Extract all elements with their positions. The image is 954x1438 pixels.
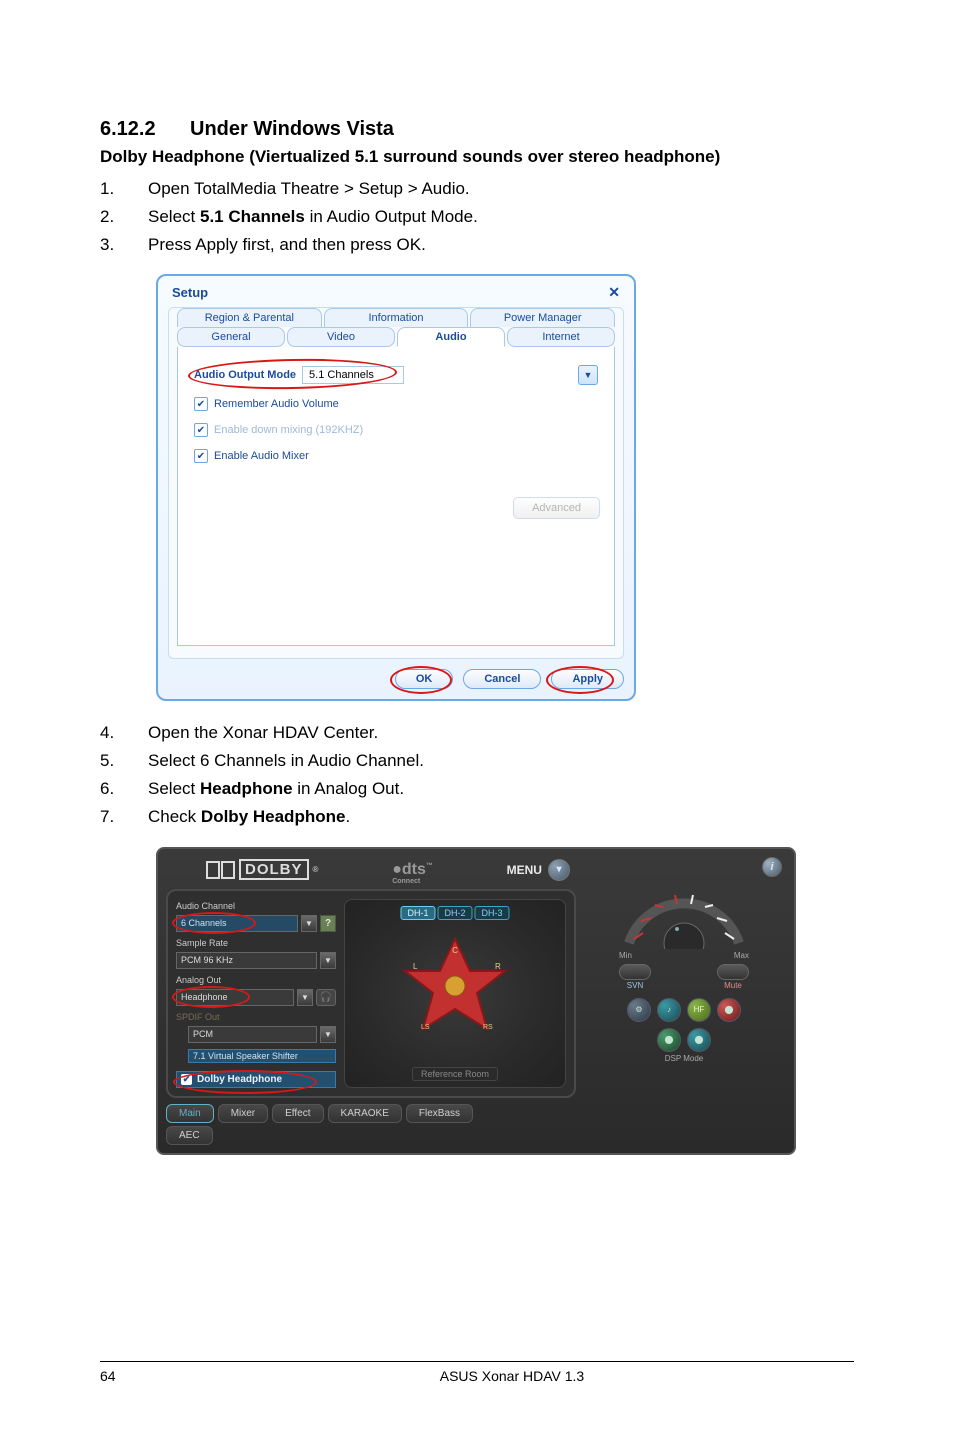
dolby-headphone-toggle[interactable]: Dolby Headphone [176, 1071, 336, 1088]
ok-button[interactable]: OK [395, 669, 454, 689]
analog-out-label: Analog Out [176, 975, 336, 985]
gauge-min-label: Min [619, 951, 632, 960]
headphone-icon: 🎧 [316, 989, 336, 1006]
tab-karaoke[interactable]: KARAOKE [328, 1104, 402, 1123]
setup-title: Setup [172, 285, 208, 300]
virtual-speaker-shifter[interactable]: 7.1 Virtual Speaker Shifter [188, 1049, 336, 1063]
tab-general[interactable]: General [177, 327, 285, 347]
chevron-down-icon[interactable]: ▾ [548, 859, 570, 881]
sample-rate-select[interactable]: PCM 96 KHz ▼ [176, 952, 336, 969]
dsp-mode-2[interactable]: ♪ [657, 998, 681, 1022]
tab-power-manager[interactable]: Power Manager [470, 308, 615, 327]
svg-text:R: R [495, 962, 501, 971]
tab-main[interactable]: Main [166, 1104, 214, 1123]
dh-tab-3[interactable]: DH-3 [475, 906, 510, 920]
svg-text:L: L [413, 962, 418, 971]
reference-room-visual: DH-1 DH-2 DH-3 L C R LS [344, 899, 566, 1088]
spdif-out-label: SPDIF Out [176, 1012, 336, 1022]
audio-output-mode-select[interactable]: 5.1 Channels ▼ [302, 365, 598, 385]
tab-video[interactable]: Video [287, 327, 395, 347]
page-number: 64 [100, 1368, 170, 1384]
gauge-max-label: Max [734, 951, 749, 960]
tab-mixer[interactable]: Mixer [218, 1104, 268, 1123]
footer-title: ASUS Xonar HDAV 1.3 [170, 1368, 854, 1384]
dsp-mode-hf[interactable]: HF [687, 998, 711, 1022]
checkbox-checked-icon[interactable] [181, 1074, 192, 1085]
advanced-button: Advanced [513, 497, 600, 519]
help-icon[interactable]: ? [320, 915, 336, 932]
tab-effect[interactable]: Effect [272, 1104, 323, 1123]
section-heading: 6.12.2Under Windows Vista [100, 118, 854, 141]
chevron-down-icon[interactable]: ▼ [301, 915, 317, 932]
remember-audio-volume-checkbox[interactable] [194, 397, 208, 411]
subheading: Dolby Headphone (Viertualized 5.1 surrou… [100, 147, 854, 167]
info-icon[interactable]: i [762, 857, 782, 877]
cancel-button[interactable]: Cancel [463, 669, 541, 689]
dh-tab-1[interactable]: DH-1 [400, 906, 435, 920]
apply-button[interactable]: Apply [551, 669, 624, 689]
dh-tab-2[interactable]: DH-2 [437, 906, 472, 920]
audio-channel-label: Audio Channel [176, 901, 336, 911]
audio-channel-select[interactable]: 6 Channels ▼ ? [176, 915, 336, 932]
analog-out-select[interactable]: Headphone ▼ 🎧 [176, 989, 336, 1006]
svn-toggle[interactable] [619, 964, 651, 980]
setup-dialog: Setup ✕ Region & Parental Information Po… [156, 274, 636, 701]
dsp-mode-5[interactable]: ⬤ [657, 1028, 681, 1052]
chevron-down-icon[interactable]: ▼ [578, 365, 598, 385]
dts-logo: ●dts™ Connect [392, 861, 433, 879]
tab-aec[interactable]: AEC [166, 1126, 213, 1145]
tab-internet[interactable]: Internet [507, 327, 615, 347]
dsp-mode-buttons: ⚙ ♪ HF ⬤ ⬤ ⬤ [624, 998, 744, 1052]
dsp-mode-label: DSP Mode [582, 1054, 786, 1063]
svg-text:RS: RS [483, 1024, 493, 1031]
step-list-a: 1.Open TotalMedia Theatre > Setup > Audi… [100, 177, 854, 256]
audio-output-mode-label: Audio Output Mode [194, 369, 296, 381]
speaker-layout-icon: L C R LS RS [395, 931, 515, 1041]
svg-text:LS: LS [421, 1024, 430, 1031]
dsp-mode-6[interactable]: ⬤ [687, 1028, 711, 1052]
menu-button[interactable]: MENU ▾ [507, 859, 570, 881]
chevron-down-icon[interactable]: ▼ [297, 989, 313, 1006]
chevron-down-icon[interactable]: ▼ [320, 1026, 336, 1043]
enable-audio-mixer-checkbox[interactable] [194, 449, 208, 463]
chevron-down-icon[interactable]: ▼ [320, 952, 336, 969]
svg-text:C: C [452, 946, 458, 955]
spdif-out-select[interactable]: PCM ▼ [188, 1026, 336, 1043]
dolby-logo: DOLBY ® [206, 859, 318, 880]
dsp-mode-4[interactable]: ⬤ [717, 998, 741, 1022]
reference-room-label: Reference Room [412, 1067, 498, 1081]
volume-gauge[interactable] [619, 877, 749, 949]
step-list-b: 4.Open the Xonar HDAV Center. 5.Select 6… [100, 721, 854, 828]
tab-information[interactable]: Information [324, 308, 469, 327]
tab-audio[interactable]: Audio [397, 327, 505, 347]
page-footer: 64 ASUS Xonar HDAV 1.3 [100, 1361, 854, 1384]
enable-down-mixing-checkbox[interactable] [194, 423, 208, 437]
dsp-mode-1[interactable]: ⚙ [627, 998, 651, 1022]
xonar-panel: DOLBY ® ●dts™ Connect MENU ▾ Audio Chann… [156, 847, 796, 1155]
tab-flexbass[interactable]: FlexBass [406, 1104, 473, 1123]
tab-region-parental[interactable]: Region & Parental [177, 308, 322, 327]
sample-rate-label: Sample Rate [176, 938, 336, 948]
mute-toggle[interactable] [717, 964, 749, 980]
close-icon[interactable]: ✕ [608, 284, 620, 301]
